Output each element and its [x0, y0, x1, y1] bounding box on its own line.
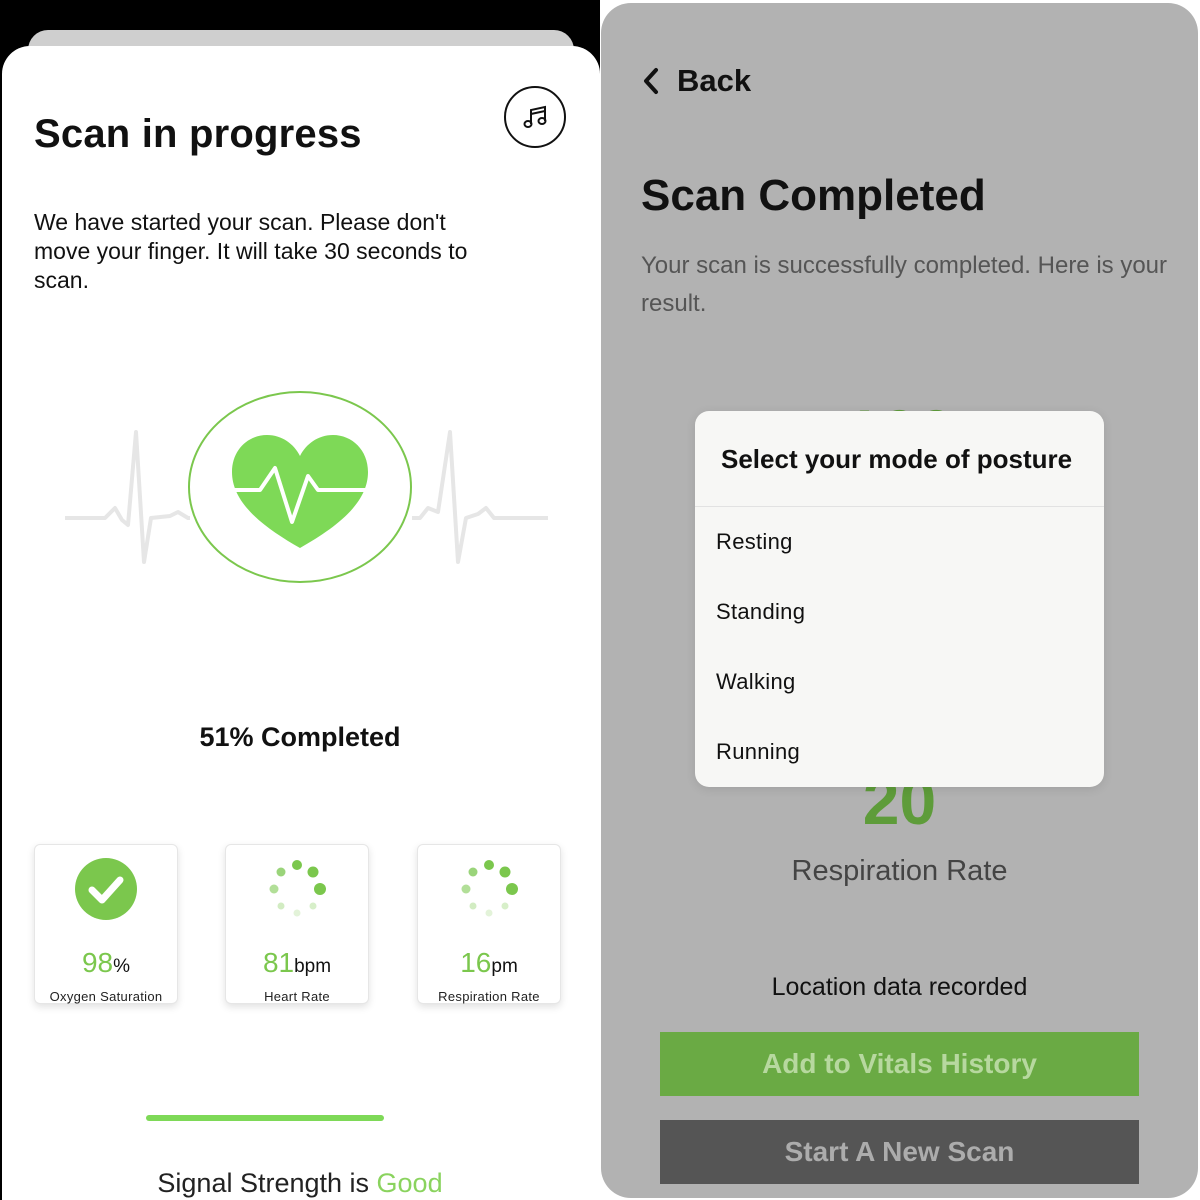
posture-option-running[interactable]: Running [695, 717, 1104, 787]
heart-rate-card: 81bpm Heart Rate [225, 844, 369, 1004]
add-to-vitals-history-button[interactable]: Add to Vitals History [660, 1032, 1139, 1096]
music-toggle-button[interactable] [504, 86, 566, 148]
oxygen-saturation-card: 98% Oxygen Saturation [34, 844, 178, 1004]
page-title: Scan Completed [641, 171, 986, 220]
metric-value: 98% [81, 947, 131, 978]
metric-value: 81bpm [262, 947, 332, 978]
start-new-scan-button[interactable]: Start A New Scan [660, 1120, 1139, 1184]
scan-completed-screen: Back Scan Completed Your scan is success… [601, 3, 1198, 1198]
respiration-rate-label: Respiration Rate [791, 855, 1008, 887]
scan-progress-text: 51% Completed [199, 722, 401, 752]
heart-pulse-graphic [65, 391, 548, 583]
metric-value: 16pm [460, 947, 518, 978]
metric-label: Heart Rate [264, 989, 330, 1004]
metric-label: Respiration Rate [438, 989, 540, 1004]
back-button[interactable]: Back [641, 63, 751, 99]
metric-label: Oxygen Saturation [49, 989, 163, 1004]
loading-spinner-icon [461, 860, 518, 917]
respiration-rate-card: 16pm Respiration Rate [417, 844, 561, 1004]
ecg-line-right [412, 430, 548, 564]
posture-mode-modal: Select your mode of posture Resting Stan… [695, 411, 1104, 787]
posture-option-standing[interactable]: Standing [695, 577, 1104, 647]
scan-in-progress-screen: Scan in progress We have started your sc… [0, 0, 600, 1200]
signal-strength-value: Good [376, 1168, 443, 1198]
chevron-left-icon [644, 68, 658, 94]
modal-title: Select your mode of posture [695, 411, 1104, 507]
page-title: Scan in progress [34, 112, 362, 156]
music-note-icon [523, 105, 547, 128]
location-status-text: Location data recorded [771, 973, 1028, 1001]
signal-strength-bar [146, 1115, 384, 1121]
posture-option-walking[interactable]: Walking [695, 647, 1104, 717]
back-label: Back [677, 63, 752, 98]
result-description: Your scan is successfully completed. Her… [641, 252, 1168, 317]
loading-spinner-icon [269, 860, 326, 917]
posture-option-resting[interactable]: Resting [695, 507, 1104, 577]
checkmark-circle-icon [75, 858, 137, 920]
signal-strength-text: Signal Strength is Good [157, 1168, 443, 1198]
scan-description: We have started your scan. Please don't … [34, 209, 468, 293]
ecg-line-left [65, 430, 190, 564]
